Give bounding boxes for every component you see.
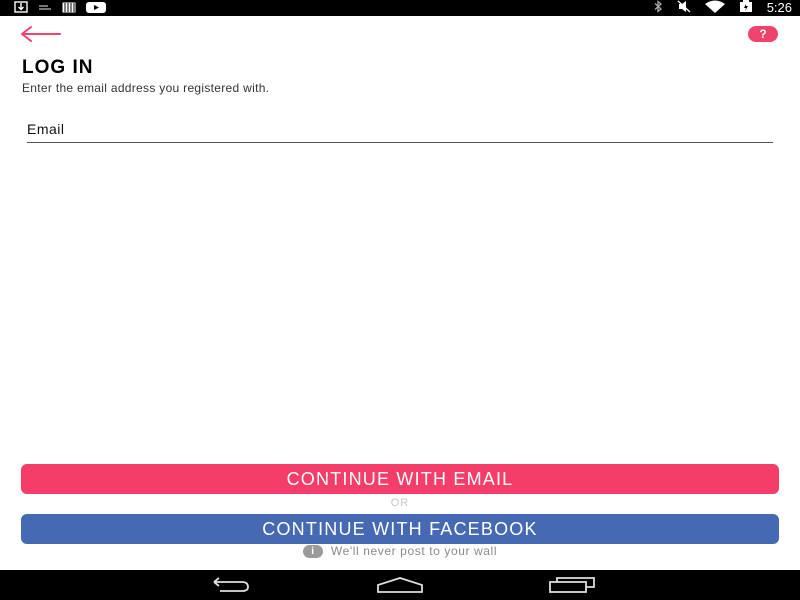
youtube-icon bbox=[86, 1, 106, 16]
wifi-icon bbox=[704, 0, 725, 16]
help-button[interactable]: ? bbox=[748, 26, 778, 42]
disclaimer-text: We'll never post to your wall bbox=[330, 544, 498, 558]
page-subtitle: Enter the email address you registered w… bbox=[22, 81, 270, 95]
facebook-disclaimer: i We'll never post to your wall bbox=[0, 544, 800, 558]
continue-with-facebook-button[interactable]: CONTINUE WITH FACEBOOK bbox=[21, 514, 779, 544]
gallery-icon bbox=[62, 1, 76, 16]
email-field[interactable] bbox=[27, 118, 773, 143]
mute-icon bbox=[677, 0, 691, 16]
recents-icon bbox=[549, 577, 595, 593]
status-bar: 5:26 bbox=[0, 0, 800, 16]
nav-home-button[interactable] bbox=[376, 577, 424, 593]
download-icon bbox=[14, 1, 28, 16]
arrow-left-icon bbox=[21, 26, 61, 42]
app-bar: ? bbox=[0, 16, 800, 52]
home-icon bbox=[377, 577, 423, 593]
continue-with-email-button[interactable]: CONTINUE WITH EMAIL bbox=[21, 464, 779, 494]
help-icon: ? bbox=[759, 27, 767, 41]
or-divider: OR bbox=[390, 497, 410, 509]
nav-back-button[interactable] bbox=[206, 577, 252, 593]
info-icon: i bbox=[302, 544, 323, 558]
notification-icon bbox=[38, 1, 52, 16]
bluetooth-icon bbox=[653, 0, 663, 16]
back-button[interactable] bbox=[20, 24, 64, 44]
nav-recents-button[interactable] bbox=[548, 577, 596, 593]
page-title: LOG IN bbox=[22, 57, 94, 78]
back-icon bbox=[213, 577, 249, 592]
navigation-bar bbox=[0, 570, 800, 600]
battery-icon bbox=[739, 0, 753, 16]
clock: 5:26 bbox=[766, 0, 792, 15]
